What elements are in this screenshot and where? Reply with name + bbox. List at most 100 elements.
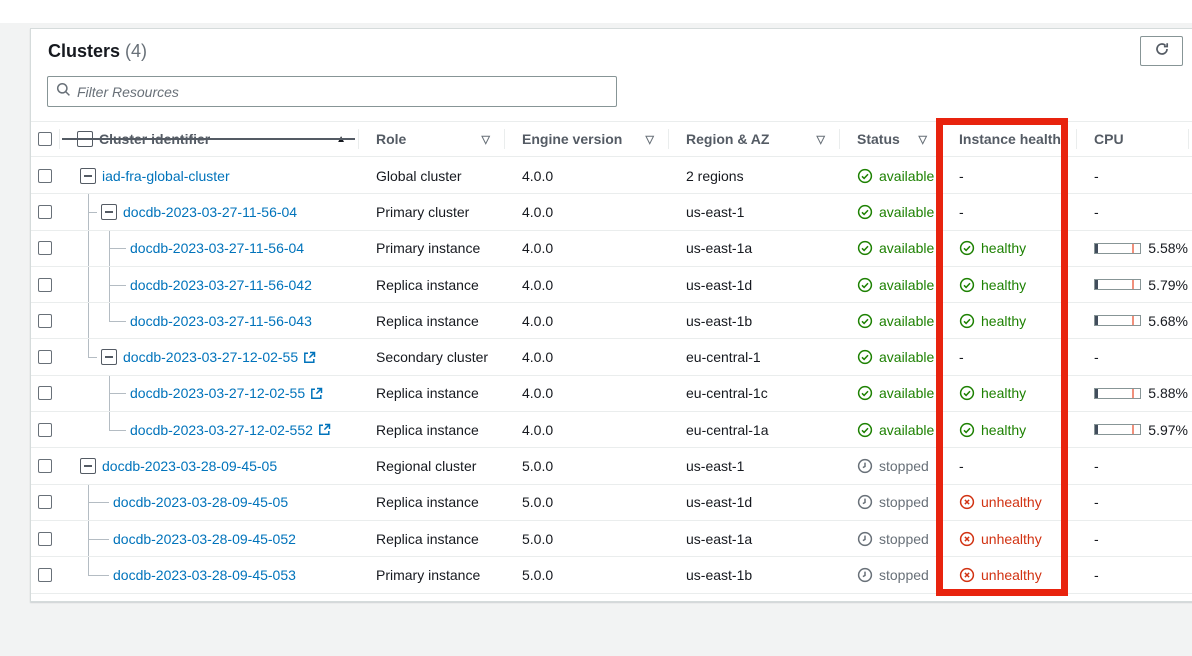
cpu-usage-bar	[1094, 424, 1141, 435]
check-circle-icon	[959, 313, 975, 329]
cluster-identifier-link[interactable]: docdb-2023-03-28-09-45-052	[113, 521, 296, 556]
cluster-identifier-link[interactable]: docdb-2023-03-27-12-02-55	[130, 376, 323, 411]
row-checkbox[interactable]	[38, 350, 52, 364]
tree-branch-line	[109, 303, 110, 321]
status-label: available	[879, 385, 934, 401]
status-cell: available	[839, 303, 941, 338]
cluster-identifier-link[interactable]: docdb-2023-03-27-11-56-042	[130, 267, 312, 302]
column-header-region-az[interactable]: Region & AZ ▽	[668, 122, 839, 156]
clock-icon	[857, 567, 873, 583]
status-label: stopped	[879, 458, 929, 474]
extra-cell	[1188, 194, 1192, 229]
health-label: unhealthy	[981, 531, 1042, 547]
row-checkbox[interactable]	[38, 423, 52, 437]
row-checkbox[interactable]	[38, 169, 52, 183]
cpu-percent-label: 5.97%	[1148, 422, 1188, 438]
collapse-row-icon[interactable]	[80, 458, 96, 474]
cluster-identifier-link[interactable]: docdb-2023-03-27-11-56-04	[130, 231, 304, 266]
cpu-usage-bar	[1094, 279, 1141, 290]
cluster-identifier-text: docdb-2023-03-27-11-56-042	[130, 277, 312, 293]
refresh-button[interactable]	[1140, 36, 1183, 66]
cluster-identifier-link[interactable]: docdb-2023-03-28-09-45-053	[113, 557, 296, 592]
cpu-cell: 5.79%	[1076, 267, 1188, 302]
table-row: docdb-2023-03-27-12-02-55Replica instanc…	[31, 376, 1192, 412]
sort-icon[interactable]: ▽	[482, 133, 490, 146]
cpu-percent-label: 5.58%	[1148, 240, 1188, 256]
cluster-identifier-text: docdb-2023-03-27-12-02-55	[130, 385, 305, 401]
row-checkbox[interactable]	[38, 568, 52, 582]
extra-cell	[1188, 376, 1192, 411]
role-cell: Secondary cluster	[358, 339, 504, 374]
tree-branch-line	[88, 339, 89, 357]
row-checkbox[interactable]	[38, 386, 52, 400]
status-label: available	[879, 168, 934, 184]
row-checkbox[interactable]	[38, 459, 52, 473]
cluster-identifier-link[interactable]: docdb-2023-03-27-11-56-043	[130, 303, 312, 338]
select-all-checkbox[interactable]	[38, 132, 52, 146]
clusters-panel: Clusters (4) Cluster identifier ▲	[30, 28, 1192, 602]
column-header-status[interactable]: Status ▽	[839, 122, 941, 156]
page-title: Clusters (4)	[48, 41, 147, 62]
x-circle-icon	[959, 531, 975, 547]
health-label: healthy	[981, 277, 1026, 293]
sort-icon[interactable]: ▽	[919, 133, 927, 146]
cluster-identifier-link[interactable]: docdb-2023-03-28-09-45-05	[102, 448, 277, 483]
filter-input[interactable]	[77, 84, 608, 100]
status-label: available	[879, 240, 934, 256]
cpu-percent-label: 5.88%	[1148, 385, 1188, 401]
extra-cell	[1188, 557, 1192, 592]
health-label: healthy	[981, 240, 1026, 256]
check-circle-icon	[857, 168, 873, 184]
cluster-identifier-text: docdb-2023-03-27-11-56-043	[130, 313, 312, 329]
column-header-cluster-identifier[interactable]: Cluster identifier ▲	[59, 122, 358, 156]
extra-cell	[1188, 158, 1192, 193]
health-label: healthy	[981, 422, 1026, 438]
row-checkbox[interactable]	[38, 241, 52, 255]
status-cell: stopped	[839, 521, 941, 556]
cluster-identifier-link[interactable]: docdb-2023-03-27-11-56-04	[123, 194, 297, 229]
health-label: healthy	[981, 385, 1026, 401]
extra-cell	[1188, 485, 1192, 520]
collapse-row-icon[interactable]	[101, 204, 117, 220]
tree-branch-stub	[109, 248, 126, 249]
instance-health-cell: -	[941, 194, 1076, 229]
row-checkbox[interactable]	[38, 532, 52, 546]
cluster-identifier-link[interactable]: docdb-2023-03-28-09-45-05	[113, 485, 288, 520]
cpu-cell: -	[1076, 158, 1188, 193]
health-empty: -	[959, 458, 964, 474]
cluster-identifier-text: docdb-2023-03-27-12-02-552	[130, 422, 313, 438]
table-row: docdb-2023-03-28-09-45-053Primary instan…	[31, 557, 1192, 593]
sort-icon[interactable]: ▽	[817, 133, 825, 146]
region-az-cell: 2 regions	[668, 158, 839, 193]
cluster-identifier-link[interactable]: docdb-2023-03-27-12-02-55	[123, 339, 316, 374]
check-circle-icon	[857, 422, 873, 438]
collapse-row-icon[interactable]	[80, 168, 96, 184]
cpu-empty: -	[1094, 349, 1099, 365]
cluster-identifier-link[interactable]: iad-fra-global-cluster	[102, 158, 230, 193]
tree-guide-line	[88, 303, 89, 338]
cluster-identifier-link[interactable]: docdb-2023-03-27-12-02-552	[130, 412, 331, 447]
engine-version-cell: 4.0.0	[504, 412, 668, 447]
collapse-all-icon[interactable]	[77, 131, 93, 147]
cpu-empty: -	[1094, 168, 1099, 184]
row-checkbox[interactable]	[38, 314, 52, 328]
tree-branch-stub	[88, 212, 97, 213]
clock-icon	[857, 494, 873, 510]
region-az-cell: us-east-1a	[668, 231, 839, 266]
status-cell: available	[839, 376, 941, 411]
engine-version-cell: 4.0.0	[504, 231, 668, 266]
column-header-engine-version[interactable]: Engine version ▽	[504, 122, 668, 156]
cpu-usage-bar	[1094, 243, 1141, 254]
tree-branch-stub	[88, 357, 97, 358]
row-checkbox[interactable]	[38, 495, 52, 509]
health-label: unhealthy	[981, 494, 1042, 510]
status-label: available	[879, 204, 934, 220]
row-checkbox[interactable]	[38, 205, 52, 219]
instance-health-cell: unhealthy	[941, 521, 1076, 556]
collapse-row-icon[interactable]	[101, 349, 117, 365]
column-header-role[interactable]: Role ▽	[358, 122, 504, 156]
region-az-cell: us-east-1b	[668, 303, 839, 338]
instance-health-cell: -	[941, 448, 1076, 483]
sort-icon[interactable]: ▽	[646, 133, 654, 146]
row-checkbox[interactable]	[38, 278, 52, 292]
